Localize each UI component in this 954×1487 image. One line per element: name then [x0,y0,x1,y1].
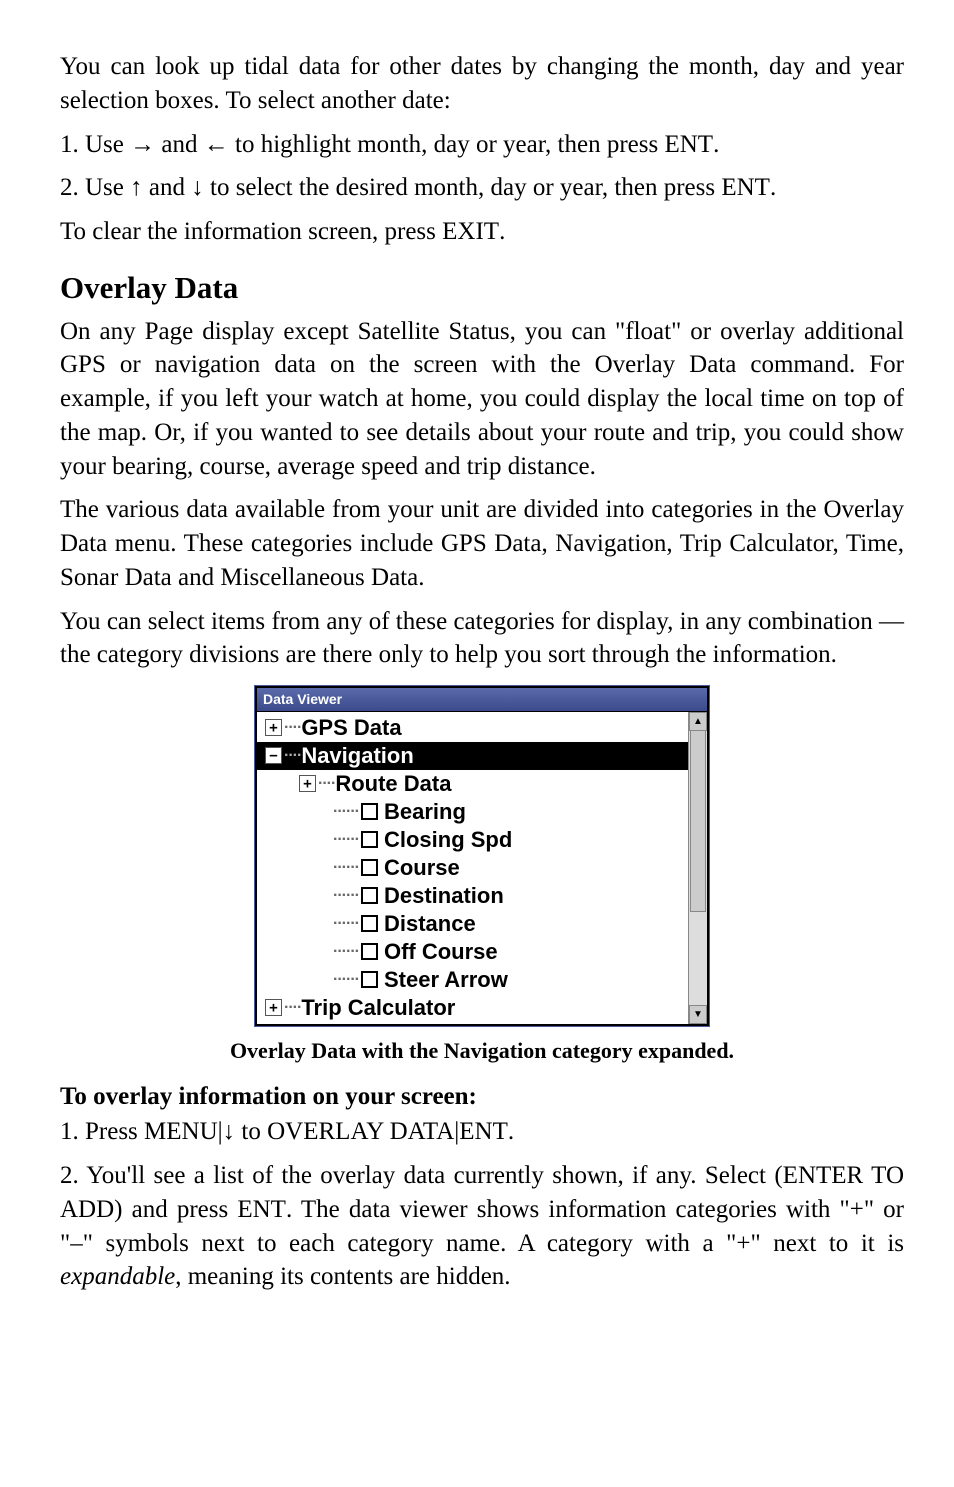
tree-label-trip: Trip Calculator [301,994,455,1022]
expandable-word: expandable [60,1263,175,1290]
ent-key: ENT [664,131,713,158]
tree-body: +····GPS Data −····Navigation +····Route… [257,712,707,1024]
how2-mid: and press [123,1196,238,1223]
checkbox[interactable] [361,803,378,820]
tree-dots: ···· [284,718,301,738]
step2-suffix: to select the desired month, day or year… [204,174,722,201]
tree-dots: ······ [333,802,359,822]
tree-dots: ······ [333,886,359,906]
figure-container: Data Viewer +····GPS Data −····Navigatio… [60,686,904,1026]
checkbox[interactable] [361,971,378,988]
figure-caption: Overlay Data with the Navigation categor… [60,1036,904,1066]
menu-key: MENU [144,1118,218,1145]
checkbox[interactable] [361,831,378,848]
tree-item-off-course[interactable]: ······ Off Course [257,938,707,966]
checkbox[interactable] [361,943,378,960]
howto-step-2: 2. You'll see a list of the overlay data… [60,1159,904,1294]
tree-dots: ······ [333,914,359,934]
how1-prefix: 1. Press [60,1118,144,1145]
overlay-paragraph-3: You can select items from any of these c… [60,605,904,673]
tree-item-course[interactable]: ······ Course [257,854,707,882]
tree-item-bearing[interactable]: ······ Bearing [257,798,707,826]
tree-label-navigation: Navigation [301,742,413,770]
period: . [499,218,505,245]
ent-key: ENT [459,1118,508,1145]
scroll-up-icon[interactable]: ▲ [689,712,707,731]
how1-to: to [235,1118,267,1145]
exit-key: EXIT [442,218,499,245]
up-arrow-icon: ↑ [130,174,143,201]
data-viewer-window: Data Viewer +····GPS Data −····Navigatio… [255,686,709,1026]
tree-dots: ······ [333,830,359,850]
intro-paragraph: You can look up tidal data for other dat… [60,50,904,118]
right-arrow-icon: → [130,131,155,158]
tree-label-off-course: Off Course [384,938,498,966]
plus-icon[interactable]: + [265,719,282,736]
how2-end: , meaning its contents are hidden. [175,1263,510,1290]
tree-dots: ···· [284,746,301,766]
period: . [508,1118,514,1145]
tree-item-navigation[interactable]: −····Navigation [257,742,707,770]
tree-label-destination: Destination [384,882,504,910]
plus-icon[interactable]: + [265,999,282,1016]
tree-label-steer: Steer Arrow [384,966,508,994]
step-1: 1. Use → and ← to highlight month, day o… [60,128,904,162]
and-text: and [143,174,192,201]
step2-prefix: 2. Use [60,174,130,201]
left-arrow-icon: ← [204,131,229,158]
overlay-paragraph-2: The various data available from your uni… [60,493,904,594]
clear-line: To clear the information screen, press E… [60,215,904,249]
clear-prefix: To clear the information screen, press [60,218,442,245]
tree-label-closing: Closing Spd [384,826,512,854]
tree-item-steer-arrow[interactable]: ······ Steer Arrow [257,966,707,994]
how2-prefix: 2. You'll see a list of the overlay data… [60,1162,774,1189]
scrollbar[interactable]: ▲ ▼ [688,712,707,1024]
period: . [770,174,776,201]
tree-label-route: Route Data [335,770,451,798]
minus-icon[interactable]: − [265,747,282,764]
tree-dots: ······ [333,970,359,990]
period: . [713,131,719,158]
checkbox[interactable] [361,859,378,876]
tree-dots: ······ [333,942,359,962]
howto-step-1: 1. Press MENU|↓ to OVERLAY DATA|ENT. [60,1115,904,1149]
down-arrow-icon: ↓ [191,174,204,201]
overlay-data-heading: Overlay Data [60,267,904,309]
ent-key: ENT [721,174,770,201]
tree-label-distance: Distance [384,910,476,938]
down-arrow-icon: ↓ [223,1118,236,1145]
tree-dots: ······ [333,858,359,878]
window-titlebar: Data Viewer [257,688,707,712]
tree-dots: ···· [284,998,301,1018]
step-2: 2. Use ↑ and ↓ to select the desired mon… [60,171,904,205]
plus-icon[interactable]: + [299,775,316,792]
tree-item-distance[interactable]: ······ Distance [257,910,707,938]
tree-label-course: Course [384,854,460,882]
ent-key: ENT [237,1196,286,1223]
tree-item-destination[interactable]: ······ Destination [257,882,707,910]
tree-dots: ···· [318,774,335,794]
and-text: and [155,131,204,158]
overlay-data-label: OVERLAY DATA [267,1118,454,1145]
tree-label-gps: GPS Data [301,714,401,742]
tree-item-trip-calculator[interactable]: +····Trip Calculator [257,994,707,1022]
tree-item-closing-spd[interactable]: ······ Closing Spd [257,826,707,854]
overlay-paragraph-1: On any Page display except Satellite Sta… [60,315,904,484]
step1-prefix: 1. Use [60,131,130,158]
tree-item-gps-data[interactable]: +····GPS Data [257,714,707,742]
tree-label-bearing: Bearing [384,798,466,826]
scroll-thumb[interactable] [690,730,706,912]
howto-heading: To overlay information on your screen: [60,1080,904,1114]
checkbox[interactable] [361,915,378,932]
step1-suffix: to highlight month, day or year, then pr… [229,131,665,158]
tree-item-route-data[interactable]: +····Route Data [257,770,707,798]
scroll-down-icon[interactable]: ▼ [689,1005,707,1024]
checkbox[interactable] [361,887,378,904]
